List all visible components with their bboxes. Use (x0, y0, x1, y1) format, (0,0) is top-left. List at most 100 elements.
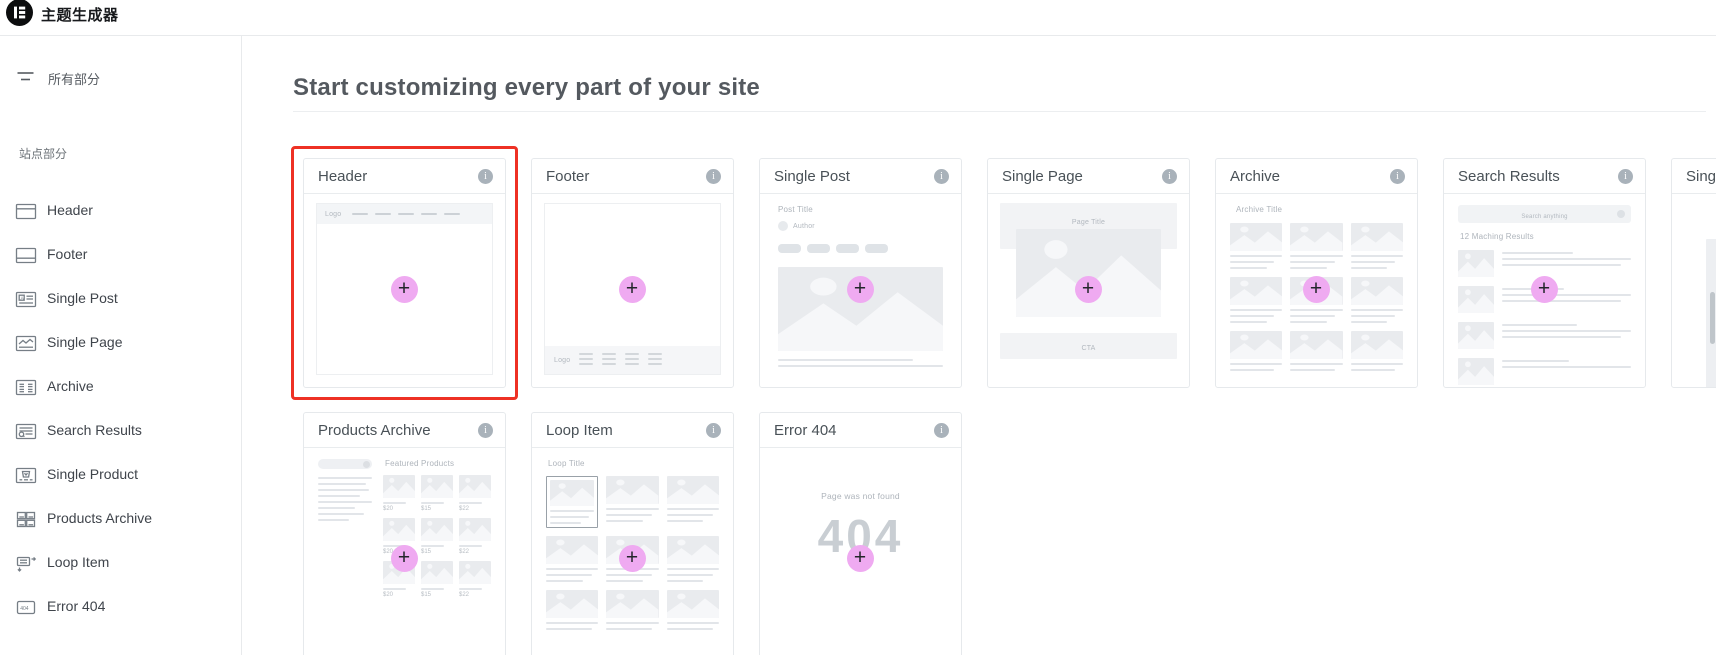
single-product-icon (15, 466, 37, 485)
sidebar-item-label: Single Post (47, 290, 118, 306)
preview-grid-item (1351, 223, 1403, 269)
single-post-icon: A (15, 290, 37, 309)
add-part-button[interactable]: + (619, 545, 646, 572)
preview-grid-item (1230, 331, 1282, 371)
card-preview: Featured Products $20$15$22$20$15$22$20$… (304, 447, 505, 655)
sidebar-item-single-post[interactable]: A Single Post (0, 277, 241, 321)
template-card-error-404[interactable]: Error 404 i Page was not found 404+ (759, 412, 962, 655)
page-title: Start customizing every part of your sit… (293, 74, 760, 102)
sidebar-item-footer[interactable]: Footer (0, 233, 241, 277)
image-placeholder (1230, 223, 1282, 251)
add-part-button[interactable]: + (847, 545, 874, 572)
sidebar-item-search-results[interactable]: Search Results (0, 409, 241, 453)
info-icon[interactable]: i (706, 169, 721, 184)
card-header: Search Results i (1444, 159, 1645, 194)
template-card-loop-item[interactable]: Loop Item i Loop Title + (531, 412, 734, 655)
image-placeholder (550, 480, 594, 506)
preview-grid-item (1230, 277, 1282, 323)
template-card-single-page[interactable]: Single Page i Page Title CTA+ (987, 158, 1190, 388)
add-part-button[interactable]: + (1303, 276, 1330, 303)
sidebar-item-list: Header Footer A Single Post Single Page Archi… (0, 189, 241, 629)
template-card-footer[interactable]: Footer i Logo + (531, 158, 734, 388)
mock-results-count: 12 Maching Results (1460, 232, 1631, 241)
vertical-scrollbar[interactable] (1710, 292, 1715, 344)
image-placeholder (1290, 331, 1342, 359)
info-icon[interactable]: i (478, 169, 493, 184)
image-placeholder (383, 475, 415, 498)
search-icon (1617, 210, 1625, 218)
info-icon[interactable]: i (1162, 169, 1177, 184)
card-preview: Page was not found 404+ (760, 447, 961, 655)
image-placeholder (1351, 277, 1403, 305)
image-placeholder (459, 518, 491, 541)
preview-grid-item (606, 476, 658, 528)
preview-grid-item (1290, 223, 1342, 269)
info-icon[interactable]: i (1390, 169, 1405, 184)
card-title: Products Archive (318, 422, 431, 439)
template-card-products-archive[interactable]: Products Archive i Featured Products $20… (303, 412, 506, 655)
single-page-icon (15, 334, 37, 353)
card-title: Search Results (1458, 168, 1560, 185)
add-part-button[interactable]: + (391, 545, 418, 572)
image-placeholder (383, 518, 415, 541)
template-card-single-partial[interactable]: Single i (1671, 158, 1716, 388)
image-placeholder (546, 536, 598, 564)
image-placeholder (667, 536, 719, 564)
card-header: Error 404 i (760, 413, 961, 448)
image-placeholder (421, 518, 453, 541)
template-card-archive[interactable]: Archive i Archive Title + (1215, 158, 1418, 388)
mock-404-message: Page was not found (760, 491, 961, 501)
info-icon[interactable]: i (934, 423, 949, 438)
sidebar-item-error-404[interactable]: 404 Error 404 (0, 585, 241, 629)
mock-product: $22 (459, 561, 491, 598)
image-placeholder (606, 590, 658, 618)
image-placeholder (1230, 277, 1282, 305)
preview-grid-item (1351, 331, 1403, 371)
image-placeholder (1290, 223, 1342, 251)
mock-product: $15 (421, 518, 453, 555)
sidebar-item-loop-item[interactable]: Loop Item (0, 541, 241, 585)
sidebar-item-label: Search Results (47, 422, 142, 438)
card-header: Single Post i (760, 159, 961, 194)
add-part-button[interactable]: + (391, 276, 418, 303)
card-preview (1672, 193, 1716, 387)
card-header: Loop Item i (532, 413, 733, 448)
template-card-header[interactable]: Header i Logo + (303, 158, 506, 388)
info-icon[interactable]: i (478, 423, 493, 438)
sidebar-item-archive[interactable]: Archive (0, 365, 241, 409)
sidebar-item-label: Archive (47, 378, 94, 394)
template-card-search-results[interactable]: Search Results i Search anything 12 Mach… (1443, 158, 1646, 388)
preview-grid-item (667, 536, 719, 582)
app-title: 主题生成器 (41, 4, 119, 25)
image-placeholder (606, 476, 658, 504)
add-part-button[interactable]: + (619, 276, 646, 303)
sidebar-item-label: Header (47, 202, 93, 218)
theme-builder-window: 主题生成器 所有部分 站点部分 HeaderFooterASingle Post… (0, 0, 1716, 655)
image-placeholder (546, 590, 598, 618)
search-icon (363, 461, 370, 468)
mock-loop-title: Loop Title (548, 459, 719, 468)
svg-text:404: 404 (20, 606, 29, 612)
mock-author: Author (793, 223, 815, 230)
template-card-single-post[interactable]: Single Post i Post Title Author + (759, 158, 962, 388)
info-icon[interactable]: i (706, 423, 721, 438)
info-icon[interactable]: i (934, 169, 949, 184)
sidebar-item-label: Error 404 (47, 598, 105, 614)
image-placeholder (1458, 358, 1494, 385)
image-placeholder (1458, 286, 1494, 313)
mock-cta: CTA (1081, 345, 1095, 352)
sidebar-item-header[interactable]: Header (0, 189, 241, 233)
info-icon[interactable]: i (1618, 169, 1633, 184)
search-results-icon (15, 422, 37, 441)
mock-page-title: Page Title (1072, 219, 1105, 226)
card-title: Loop Item (546, 422, 613, 439)
add-part-button[interactable]: + (847, 276, 874, 303)
add-part-button[interactable]: + (1075, 276, 1102, 303)
add-part-button[interactable]: + (1531, 276, 1558, 303)
sidebar-item-single-page[interactable]: Single Page (0, 321, 241, 365)
sidebar-item-single-product[interactable]: Single Product (0, 453, 241, 497)
sidebar: 所有部分 站点部分 HeaderFooterASingle PostSingle… (0, 35, 242, 655)
sidebar-item-products-archive[interactable]: Products Archive (0, 497, 241, 541)
card-preview: Logo + (532, 193, 733, 387)
sidebar-item-all-parts[interactable]: 所有部分 (0, 59, 241, 95)
